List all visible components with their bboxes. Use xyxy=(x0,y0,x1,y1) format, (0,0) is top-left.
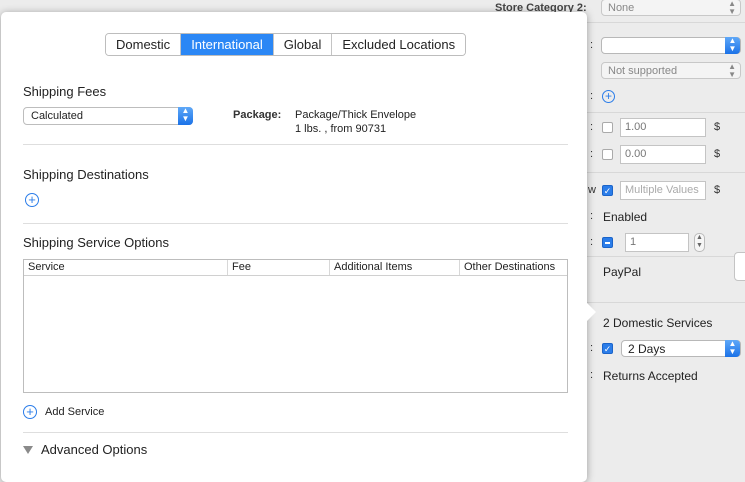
multiple-values-field[interactable]: Multiple Values xyxy=(620,181,706,200)
field-colon: : xyxy=(590,236,594,248)
divider xyxy=(587,22,745,23)
service-options-title: Shipping Service Options xyxy=(23,235,169,250)
package-weight-origin: 1 lbs. , from 90731 xyxy=(295,123,387,135)
field-colon: : xyxy=(590,210,594,222)
quantity-field[interactable]: 1 xyxy=(625,233,689,252)
advanced-options-disclosure[interactable]: Advanced Options xyxy=(23,442,147,457)
divider xyxy=(587,112,745,113)
dollar-sign: $ xyxy=(714,184,721,196)
updown-chevron-icon: ▲ ▼ xyxy=(725,37,740,54)
table-header: Service Fee Additional Items Other Desti… xyxy=(24,260,567,276)
region-segmented-control: Domestic International Global Excluded L… xyxy=(105,33,467,56)
updown-chevron-icon: ▲ ▼ xyxy=(728,62,736,79)
edit-button[interactable] xyxy=(734,252,745,281)
tab-domestic[interactable]: Domestic xyxy=(106,34,182,55)
column-header-additional-items[interactable]: Additional Items xyxy=(330,260,460,275)
popover-arrow xyxy=(584,300,596,324)
field-colon: : xyxy=(590,39,594,51)
service-table[interactable]: Service Fee Additional Items Other Desti… xyxy=(23,259,568,393)
quantity-stepper[interactable]: ▲ ▼ xyxy=(694,233,705,252)
shipping-destinations-title: Shipping Destinations xyxy=(23,167,149,182)
add-plus-icon[interactable]: + xyxy=(602,90,615,103)
dollar-sign: $ xyxy=(714,121,721,133)
add-destination-icon[interactable]: + xyxy=(25,193,39,207)
tab-excluded-locations[interactable]: Excluded Locations xyxy=(332,34,466,55)
field-colon: : xyxy=(590,148,594,160)
advanced-options-label: Advanced Options xyxy=(41,442,148,457)
payment-text: PayPal xyxy=(603,265,642,279)
package-label: Package: xyxy=(233,109,282,121)
store-category-value: None xyxy=(608,2,635,14)
add-service-label: Add Service xyxy=(45,406,105,418)
shipping-popover: Domestic International Global Excluded L… xyxy=(1,12,587,482)
updown-chevron-icon: ▲ ▼ xyxy=(725,340,740,357)
multiple-values-checkbox[interactable]: ✓ xyxy=(602,185,613,196)
divider xyxy=(23,144,568,145)
not-supported-select[interactable]: Not supported ▲ ▼ xyxy=(601,62,741,79)
price-2-field[interactable]: 0.00 xyxy=(620,145,706,164)
field-colon: : xyxy=(590,121,594,133)
divider xyxy=(23,223,568,224)
price-2-checkbox[interactable] xyxy=(602,149,613,160)
fee-type-select[interactable]: Calculated ▲ ▼ xyxy=(23,107,193,125)
column-header-service[interactable]: Service xyxy=(24,260,228,275)
handling-time-select[interactable]: 2 Days ▲ ▼ xyxy=(621,340,741,357)
blank-select[interactable]: ▲ ▼ xyxy=(601,37,741,54)
column-header-other-destinations[interactable]: Other Destinations xyxy=(460,260,567,275)
tab-international[interactable]: International xyxy=(181,34,274,55)
column-header-fee[interactable]: Fee xyxy=(228,260,330,275)
divider xyxy=(587,172,745,173)
field-colon: : xyxy=(590,342,594,354)
package-type: Package/Thick Envelope xyxy=(295,109,417,121)
field-colon: : xyxy=(590,369,594,381)
field-suffix: w xyxy=(588,184,596,196)
fee-type-value: Calculated xyxy=(31,110,83,122)
dollar-sign: $ xyxy=(714,148,721,160)
domestic-services-text: 2 Domestic Services xyxy=(603,316,713,330)
field-colon: : xyxy=(590,90,594,102)
add-service-icon: + xyxy=(23,405,37,419)
enabled-text: Enabled xyxy=(603,210,648,224)
handling-time-value: 2 Days xyxy=(628,342,666,356)
price-1-field[interactable]: 1.00 xyxy=(620,118,706,137)
disclosure-triangle-icon xyxy=(23,445,33,454)
add-service-button[interactable]: + Add Service xyxy=(23,405,104,419)
divider xyxy=(23,432,568,433)
price-1-checkbox[interactable] xyxy=(602,122,613,133)
returns-text: Returns Accepted xyxy=(603,369,698,383)
quantity-checkbox[interactable] xyxy=(602,237,613,248)
updown-chevron-icon: ▲ ▼ xyxy=(728,0,736,16)
handling-time-checkbox[interactable]: ✓ xyxy=(602,343,613,354)
store-category-select[interactable]: None ▲ ▼ xyxy=(601,0,741,16)
updown-chevron-icon: ▲ ▼ xyxy=(178,107,193,125)
divider xyxy=(587,256,745,257)
not-supported-value: Not supported xyxy=(608,65,678,77)
tab-global[interactable]: Global xyxy=(273,34,333,55)
divider xyxy=(587,302,745,303)
shipping-fees-title: Shipping Fees xyxy=(23,84,107,99)
